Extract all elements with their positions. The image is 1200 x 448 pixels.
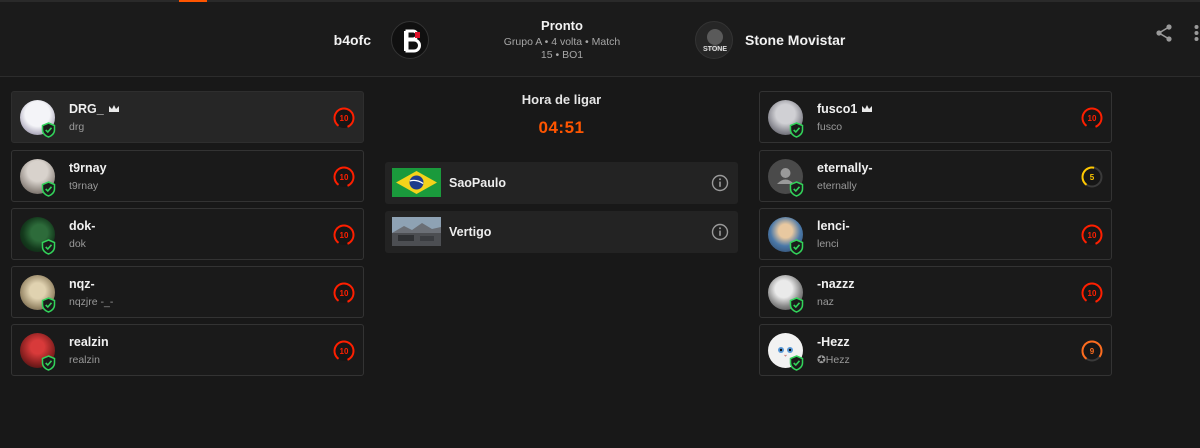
- team1-name[interactable]: b4ofc: [334, 32, 371, 48]
- skill-level-badge: 10: [1081, 224, 1103, 246]
- map-row: Vertigo: [385, 211, 738, 253]
- skill-level-badge: 10: [333, 340, 355, 362]
- match-header: b4ofc Pronto Grupo A • 4 volta • Match 1…: [0, 2, 1200, 77]
- team1-logo[interactable]: [391, 21, 429, 59]
- player-nickname: t9rnay: [69, 180, 99, 192]
- crown-icon: [108, 105, 119, 112]
- svg-text:5: 5: [1090, 173, 1095, 182]
- skill-level-badge: 10: [333, 107, 355, 129]
- team1-player-card[interactable]: t9rnay t9rnay 10: [11, 150, 364, 202]
- match-info-line1: Grupo A • 4 volta • Match: [503, 36, 621, 48]
- team2-logo[interactable]: STONE: [695, 21, 733, 59]
- team2-name[interactable]: Stone Movistar: [745, 32, 845, 48]
- player-nickname: eternally: [817, 180, 857, 192]
- brazil-flag-icon: [392, 168, 441, 197]
- server-name: SaoPaulo: [449, 176, 506, 190]
- player-nickname: fusco: [817, 121, 843, 133]
- player-nickname: naz: [817, 296, 834, 308]
- player-name[interactable]: dok-: [69, 219, 95, 233]
- svg-text:10: 10: [1088, 231, 1097, 240]
- map-thumbnail: [392, 217, 441, 246]
- svg-text:10: 10: [340, 347, 349, 356]
- shield-check-icon: [789, 122, 804, 138]
- map-name: Vertigo: [449, 225, 492, 239]
- team1-player-card[interactable]: realzin realzin 10: [11, 324, 364, 376]
- player-name[interactable]: nqz-: [69, 277, 95, 291]
- player-name[interactable]: eternally-: [817, 161, 873, 175]
- svg-text:10: 10: [340, 289, 349, 298]
- status-label: Pronto: [541, 18, 583, 33]
- svg-text:10: 10: [1088, 114, 1097, 123]
- countdown-timer: 04:51: [538, 118, 585, 137]
- more-vert-icon[interactable]: [1193, 24, 1200, 42]
- shield-check-icon: [789, 181, 804, 197]
- skill-level-badge: 10: [333, 224, 355, 246]
- skill-level-badge: 9: [1081, 340, 1103, 362]
- team2-player-card[interactable]: -Hezz ✪Hezz 9: [759, 324, 1112, 376]
- skill-level-badge: 10: [333, 282, 355, 304]
- player-nickname: dok: [69, 238, 86, 250]
- shield-check-icon: [789, 239, 804, 255]
- team2-player-card[interactable]: fusco1 fusco 10: [759, 91, 1112, 143]
- skill-level-badge: 10: [1081, 107, 1103, 129]
- skill-level-badge: 10: [333, 166, 355, 188]
- shield-check-icon: [789, 297, 804, 313]
- player-nickname: realzin: [69, 354, 100, 366]
- svg-text:9: 9: [1090, 347, 1095, 356]
- team2-logo-text: STONE: [703, 46, 727, 53]
- player-nickname: lenci: [817, 238, 839, 250]
- player-name[interactable]: -nazzz: [817, 277, 855, 291]
- player-nickname: nqzjre -_-: [69, 296, 114, 308]
- player-name[interactable]: DRG_: [69, 102, 120, 116]
- shield-check-icon: [41, 181, 56, 197]
- player-name[interactable]: realzin: [69, 335, 109, 349]
- player-name[interactable]: t9rnay: [69, 161, 107, 175]
- team1-player-card[interactable]: dok- dok 10: [11, 208, 364, 260]
- crown-icon: [862, 105, 873, 112]
- player-name[interactable]: -Hezz: [817, 335, 850, 349]
- shield-check-icon: [41, 297, 56, 313]
- share-icon[interactable]: [1153, 22, 1175, 44]
- connect-time-title: Hora de ligar: [521, 92, 602, 107]
- info-icon[interactable]: [711, 223, 729, 241]
- info-icon[interactable]: [711, 174, 729, 192]
- team1-player-card[interactable]: DRG_ drg 10: [11, 91, 364, 143]
- match-status: Pronto Grupo A • 4 volta • Match 15 • BO…: [460, 18, 664, 62]
- svg-text:10: 10: [340, 173, 349, 182]
- skill-level-badge: 5: [1081, 166, 1103, 188]
- player-nickname: ✪Hezz: [817, 354, 850, 366]
- player-name[interactable]: lenci-: [817, 219, 850, 233]
- shield-check-icon: [41, 122, 56, 138]
- match-info-line2: 15 • BO1: [540, 49, 584, 61]
- shield-check-icon: [789, 355, 804, 371]
- team2-player-card[interactable]: lenci- lenci 10: [759, 208, 1112, 260]
- skill-level-badge: 10: [1081, 282, 1103, 304]
- player-nickname: drg: [69, 121, 85, 133]
- team2-player-card[interactable]: eternally- eternally 5: [759, 150, 1112, 202]
- svg-text:10: 10: [1088, 289, 1097, 298]
- shield-check-icon: [41, 355, 56, 371]
- svg-text:10: 10: [340, 231, 349, 240]
- svg-text:10: 10: [340, 114, 349, 123]
- team2-player-card[interactable]: -nazzz naz 10: [759, 266, 1112, 318]
- shield-check-icon: [41, 239, 56, 255]
- team1-player-card[interactable]: nqz- nqzjre -_- 10: [11, 266, 364, 318]
- server-row: SaoPaulo: [385, 162, 738, 204]
- player-name[interactable]: fusco1: [817, 102, 873, 116]
